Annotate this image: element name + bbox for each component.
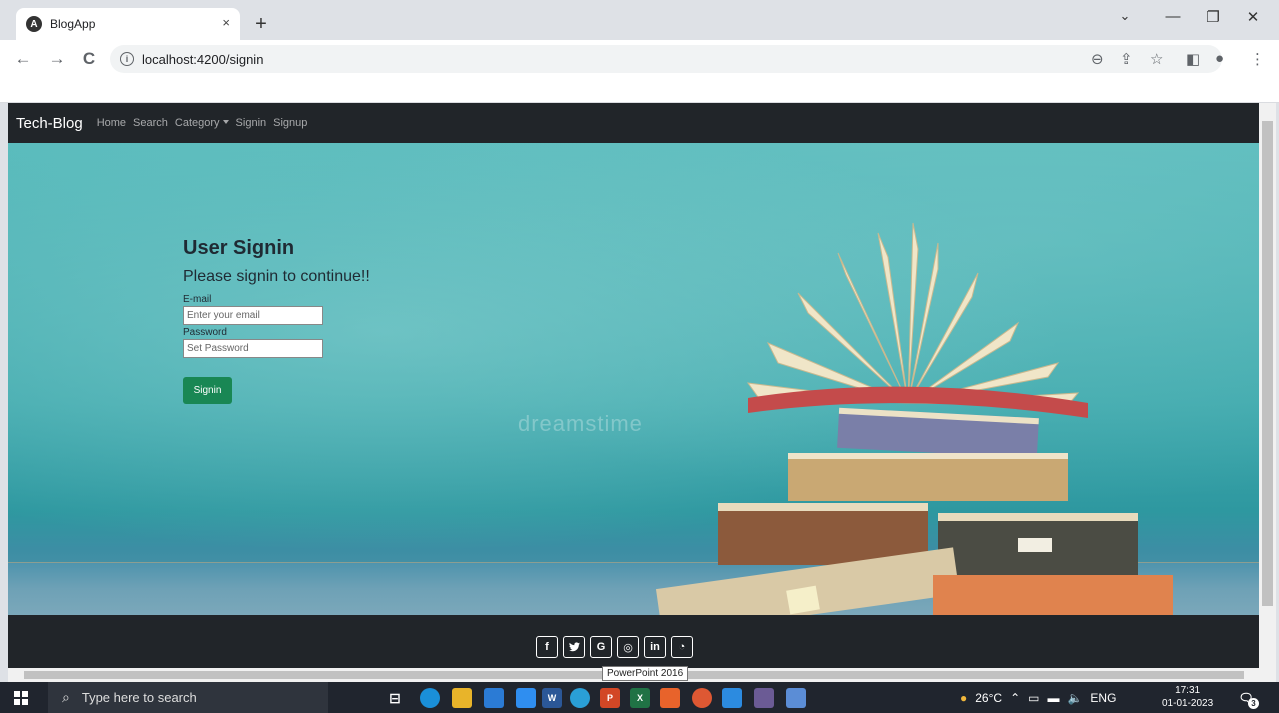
site-info-icon[interactable]: i [120,52,134,66]
reload-button[interactable]: C [78,49,100,69]
nav-link-signup[interactable]: Signup [273,117,307,129]
app-icon[interactable] [754,688,774,708]
system-tray: ● 26°C ⌃ ▭ ▬ 🔈 ENG [960,682,1116,713]
vertical-scrollbar[interactable] [1259,103,1276,668]
edge-icon[interactable] [420,688,440,708]
windows-start-icon[interactable] [14,691,28,705]
taskbar-search-placeholder: Type here to search [81,690,197,705]
side-panel-icon[interactable]: ◧ [1186,50,1200,68]
books-stack-image [655,222,1173,615]
back-button[interactable]: ← [12,49,34,69]
clock-date: 01-01-2023 [1162,698,1214,709]
app-icon[interactable] [786,688,806,708]
task-view-icon[interactable]: ⊟ [385,688,405,708]
powerpoint-icon[interactable]: P [600,688,620,708]
nav-dropdown-category[interactable]: Category [175,117,229,129]
browser-toolbar: ← → C i localhost:4200/signin ⊖ ⇪ ☆ ◧ ● … [0,40,1279,78]
nav-dropdown-category-label: Category [174,117,220,129]
nav-link-home[interactable]: Home [97,117,126,129]
new-tab-button[interactable]: + [248,11,274,37]
bookmark-star-icon[interactable]: ☆ [1150,50,1163,68]
hero-background: dreamstime User Signin Please signin to … [8,143,1259,615]
email-label: E-mail [183,294,212,305]
taskbar-search[interactable]: ⌕ Type here to search [48,682,328,713]
windows-taskbar: ⌕ Type here to search ⊟ W P X ● 26°C ⌃ ▭… [0,682,1279,713]
office-icon[interactable] [660,688,680,708]
taskbar-tooltip: PowerPoint 2016 [602,666,689,681]
angular-favicon-icon: A [26,16,42,32]
caret-down-icon [222,120,229,124]
share-icon[interactable]: ⇪ [1120,50,1133,68]
navbar-brand[interactable]: Tech-Blog [16,115,83,132]
google-icon[interactable]: G [590,636,612,658]
vscode-icon[interactable] [722,688,742,708]
tab-title: BlogApp [50,17,96,31]
password-label: Password [183,327,227,338]
clock-time: 17:31 [1175,685,1201,696]
search-icon: ⌕ [62,689,70,705]
url-text: localhost:4200/signin [142,51,264,67]
instagram-icon[interactable]: ◎ [617,636,639,658]
telegram-icon[interactable] [570,688,590,708]
site-navbar: Tech-Blog Home Search Category Signin Si… [8,103,1259,143]
volume-icon[interactable]: 🔈 [1067,691,1082,705]
bookmark-note [786,585,820,615]
scrollbar-thumb[interactable] [1262,121,1273,606]
bookmark-bar [0,78,1279,103]
nav-link-search[interactable]: Search [133,117,168,129]
close-window-button[interactable]: ✕ [1233,8,1273,26]
twitter-bird-icon [568,642,580,652]
tab-strip: A BlogApp × + ⌄ — ❐ ✕ [0,0,1279,40]
network-icon[interactable]: ▭ [1028,691,1039,705]
watermark-text: dreamstime [518,411,643,436]
mail-icon[interactable] [484,688,504,708]
file-explorer-icon[interactable] [452,688,472,708]
tab-close-icon[interactable]: × [222,15,230,30]
twitter-icon[interactable] [563,636,585,658]
notification-count-badge: 3 [1248,698,1259,709]
dropbox-icon[interactable] [516,688,536,708]
weather-temp[interactable]: 26°C [975,691,1002,705]
open-book-pages [746,222,1080,406]
zoom-icon[interactable]: ⊖ [1091,50,1104,68]
chrome-icon[interactable] [692,688,712,708]
github-icon[interactable]: ◔ [671,636,693,658]
restore-button[interactable]: ❐ [1193,8,1233,26]
signin-subtitle: Please signin to continue!! [183,268,370,285]
social-links: f G ◎ in ◔ [536,636,693,658]
signin-button[interactable]: Signin [183,377,232,404]
word-icon[interactable]: W [542,688,562,708]
book-tan [788,453,1068,501]
password-field[interactable] [183,339,323,358]
nav-link-signin[interactable]: Signin [236,117,267,129]
page-viewport: Tech-Blog Home Search Category Signin Si… [8,103,1259,668]
signin-title: User Signin [183,237,295,259]
address-bar[interactable]: i localhost:4200/signin [110,45,1222,73]
weather-icon[interactable]: ● [960,691,967,705]
email-field[interactable] [183,306,323,325]
profile-avatar-icon[interactable]: ● [1215,50,1224,67]
book-orange [933,575,1173,615]
linkedin-icon[interactable]: in [644,636,666,658]
browser-tab[interactable]: A BlogApp × [16,8,240,40]
excel-icon[interactable]: X [630,688,650,708]
signin-form: User Signin Please signin to continue!! … [183,237,443,404]
language-indicator[interactable]: ENG [1090,691,1116,705]
clock[interactable]: 17:31 01-01-2023 [1162,684,1213,710]
tab-search-dropdown-icon[interactable]: ⌄ [1105,8,1145,24]
site-footer: f G ◎ in ◔ [8,615,1259,668]
bookmark-note [1018,538,1052,552]
facebook-icon[interactable]: f [536,636,558,658]
chevron-up-icon[interactable]: ⌃ [1010,691,1020,705]
forward-button[interactable]: → [46,49,68,69]
battery-icon[interactable]: ▬ [1047,691,1059,705]
chrome-menu-icon[interactable]: ⋮ [1250,50,1265,68]
minimize-button[interactable]: — [1153,8,1193,25]
